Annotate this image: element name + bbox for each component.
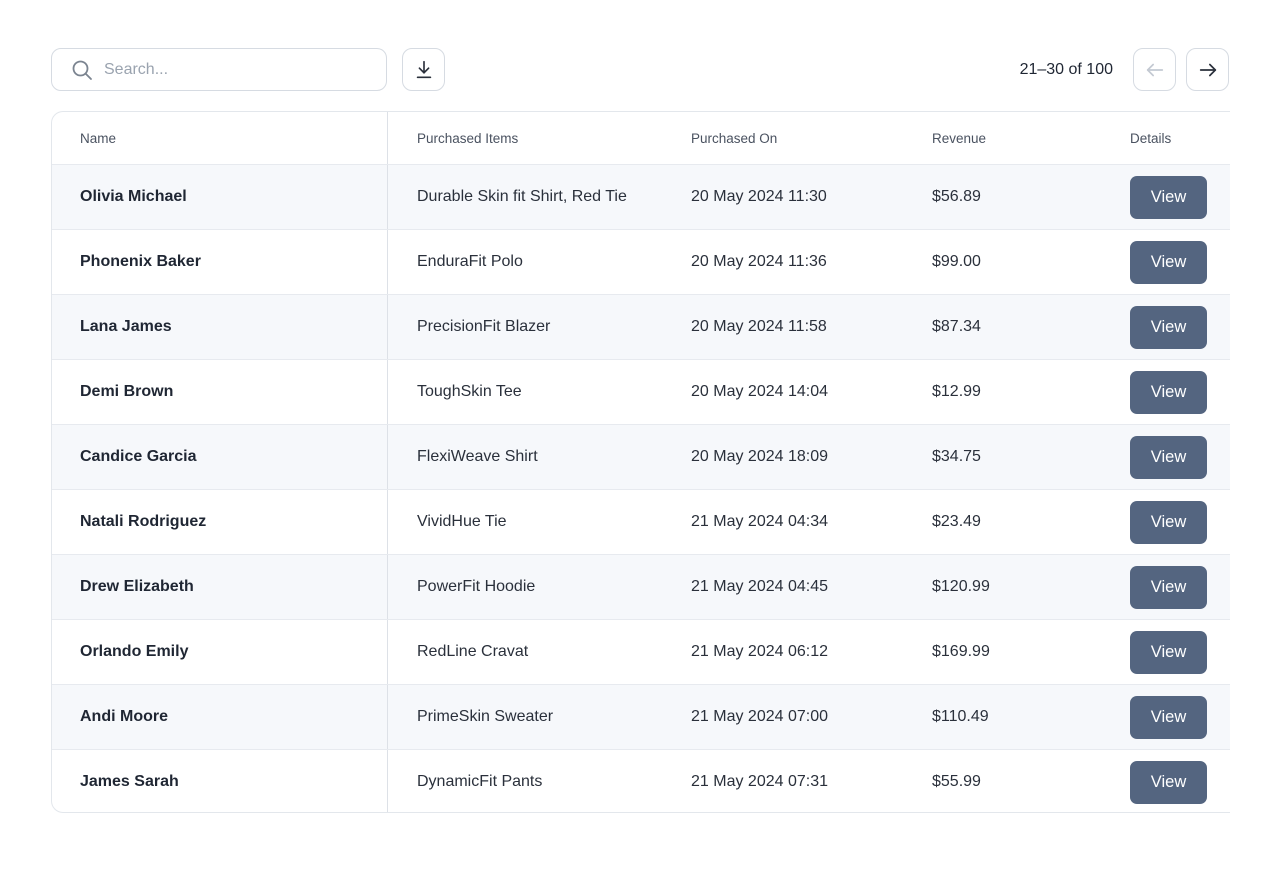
- details-cell: View: [1130, 750, 1207, 812]
- purchased-items: PrimeSkin Sweater: [417, 708, 554, 725]
- column-divider: [387, 555, 388, 619]
- download-button[interactable]: [402, 48, 445, 91]
- purchased-items: DynamicFit Pants: [417, 773, 543, 790]
- table-row: Orlando Emily RedLine Cravat 21 May 2024…: [52, 619, 1230, 684]
- search-input[interactable]: [104, 60, 364, 79]
- column-header-name[interactable]: Name: [80, 112, 116, 164]
- purchased-items: RedLine Cravat: [417, 643, 529, 660]
- arrow-right-icon: [1199, 63, 1216, 76]
- details-cell: View: [1130, 555, 1207, 619]
- column-divider: [387, 295, 388, 359]
- column-divider: [387, 750, 388, 812]
- details-cell: View: [1130, 685, 1207, 749]
- view-button[interactable]: View: [1130, 370, 1207, 414]
- customer-name: Lana James: [80, 318, 172, 335]
- view-button[interactable]: View: [1130, 305, 1207, 349]
- customer-name: Orlando Emily: [80, 643, 189, 660]
- revenue-amount: $169.99: [932, 643, 990, 660]
- table-row: Drew Elizabeth PowerFit Hoodie 21 May 20…: [52, 554, 1230, 619]
- customer-name: Candice Garcia: [80, 448, 197, 465]
- purchase-date: 20 May 2024 11:30: [691, 188, 827, 205]
- search-box[interactable]: [51, 48, 387, 91]
- details-cell: View: [1130, 620, 1207, 684]
- column-divider: [387, 620, 388, 684]
- revenue-amount: $99.00: [932, 253, 981, 270]
- revenue-amount: $55.99: [932, 773, 981, 790]
- column-header-details: Details: [1130, 130, 1172, 146]
- customer-name: Drew Elizabeth: [80, 578, 194, 595]
- purchased-items: PrecisionFit Blazer: [417, 318, 551, 335]
- purchase-date: 21 May 2024 04:34: [691, 513, 828, 530]
- column-divider: [387, 230, 388, 294]
- table-row: Candice Garcia FlexiWeave Shirt 20 May 2…: [52, 424, 1230, 489]
- revenue-amount: $110.49: [932, 708, 989, 725]
- customer-name: Andi Moore: [80, 708, 168, 725]
- details-cell: View: [1130, 165, 1207, 229]
- revenue-amount: $120.99: [932, 578, 990, 595]
- table-row: Phonenix Baker EnduraFit Polo 20 May 202…: [52, 229, 1230, 294]
- column-header-purchased-items[interactable]: Purchased Items: [417, 112, 518, 164]
- revenue-amount: $87.34: [932, 318, 981, 335]
- customer-name: Demi Brown: [80, 383, 174, 400]
- customer-name: Phonenix Baker: [80, 253, 201, 270]
- purchased-items: PowerFit Hoodie: [417, 578, 536, 595]
- revenue-amount: $34.75: [932, 448, 981, 465]
- revenue-amount: $56.89: [932, 188, 981, 205]
- view-button[interactable]: View: [1130, 500, 1207, 544]
- purchased-items: VividHue Tie: [417, 513, 507, 530]
- pagination-info: 21–30 of 100: [1019, 60, 1113, 78]
- view-button[interactable]: View: [1130, 565, 1207, 609]
- purchase-date: 21 May 2024 07:00: [691, 708, 828, 725]
- purchase-date: 20 May 2024 18:09: [691, 448, 828, 465]
- table-row: James Sarah DynamicFit Pants 21 May 2024…: [52, 749, 1230, 812]
- table-row: Demi Brown ToughSkin Tee 20 May 2024 14:…: [52, 359, 1230, 424]
- details-cell: View: [1130, 360, 1207, 424]
- column-divider: [387, 425, 388, 489]
- details-cell: View: [1130, 425, 1207, 489]
- purchase-date: 21 May 2024 07:31: [691, 773, 828, 790]
- customer-name: Olivia Michael: [80, 188, 187, 205]
- purchased-items: Durable Skin fit Shirt, Red Tie: [417, 188, 627, 205]
- table-row: Andi Moore PrimeSkin Sweater 21 May 2024…: [52, 684, 1230, 749]
- table-row: Natali Rodriguez VividHue Tie 21 May 202…: [52, 489, 1230, 554]
- orders-table: Name Purchased Items Purchased On Revenu…: [51, 111, 1230, 813]
- purchase-date: 21 May 2024 04:45: [691, 578, 828, 595]
- purchase-date: 20 May 2024 14:04: [691, 383, 828, 400]
- column-divider: [387, 112, 388, 164]
- customer-name: James Sarah: [80, 773, 179, 790]
- purchase-date: 20 May 2024 11:58: [691, 318, 827, 335]
- view-button[interactable]: View: [1130, 435, 1207, 479]
- download-icon: [416, 60, 431, 78]
- search-icon: [72, 60, 92, 80]
- revenue-amount: $23.49: [932, 513, 981, 530]
- table-row: Olivia Michael Durable Skin fit Shirt, R…: [52, 164, 1230, 229]
- table-toolbar: 21–30 of 100: [51, 48, 1229, 91]
- purchase-date: 21 May 2024 06:12: [691, 643, 828, 660]
- details-cell: View: [1130, 295, 1207, 359]
- purchased-items: EnduraFit Polo: [417, 253, 523, 270]
- column-divider: [387, 490, 388, 554]
- column-divider: [387, 685, 388, 749]
- column-header-purchased-on[interactable]: Purchased On: [691, 112, 777, 164]
- next-page-button[interactable]: [1186, 48, 1229, 91]
- purchased-items: ToughSkin Tee: [417, 383, 522, 400]
- customer-name: Natali Rodriguez: [80, 513, 207, 530]
- view-button[interactable]: View: [1130, 760, 1207, 804]
- table-header-row: Name Purchased Items Purchased On Revenu…: [52, 112, 1230, 164]
- column-divider: [387, 165, 388, 229]
- view-button[interactable]: View: [1130, 630, 1207, 674]
- details-cell: View: [1130, 490, 1207, 554]
- purchase-date: 20 May 2024 11:36: [691, 253, 827, 270]
- view-button[interactable]: View: [1130, 240, 1207, 284]
- column-divider: [387, 360, 388, 424]
- column-header-revenue[interactable]: Revenue: [932, 112, 986, 164]
- arrow-left-icon: [1146, 63, 1163, 76]
- view-button[interactable]: View: [1130, 695, 1207, 739]
- table-row: Lana James PrecisionFit Blazer 20 May 20…: [52, 294, 1230, 359]
- details-cell: View: [1130, 230, 1207, 294]
- revenue-amount: $12.99: [932, 383, 981, 400]
- previous-page-button[interactable]: [1133, 48, 1176, 91]
- purchased-items: FlexiWeave Shirt: [417, 448, 538, 465]
- view-button[interactable]: View: [1130, 175, 1207, 219]
